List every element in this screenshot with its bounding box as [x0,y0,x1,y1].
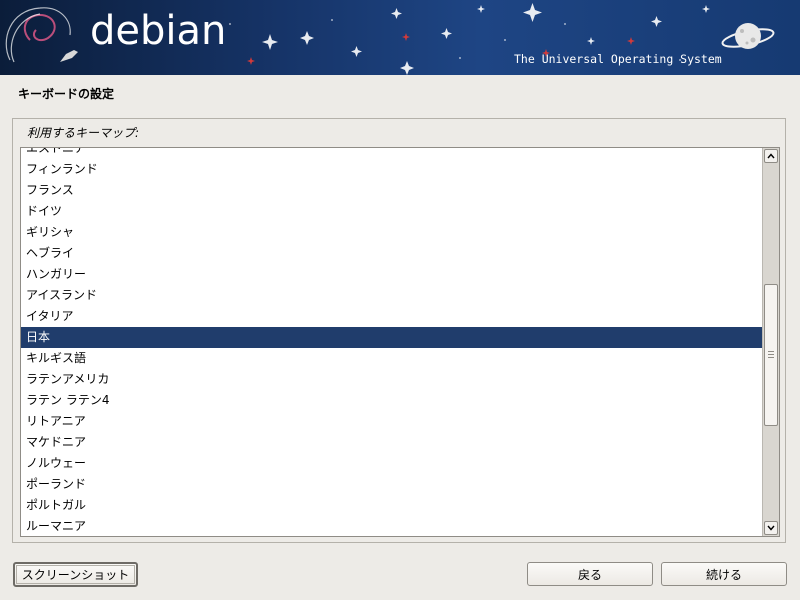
list-item[interactable]: リトアニア [21,411,763,432]
swirl-logo-icon [5,7,78,63]
list-item[interactable]: ルーマニア [21,516,763,536]
planet-icon [721,23,775,49]
keymap-list[interactable]: エストニア フィンランド フランス ドイツ ギリシャ ヘブライ ハンガリー アイスランド イタリ… [21,148,763,536]
scroll-up-button[interactable] [764,149,778,163]
list-item[interactable]: フランス [21,180,763,201]
list-item[interactable]: ラテンアメリカ [21,369,763,390]
chevron-down-icon [767,525,775,531]
scroll-thumb[interactable] [764,284,778,426]
debian-logo-text: debian [90,8,227,54]
list-item[interactable]: ラテン ラテン4 [21,390,763,411]
list-item[interactable]: イタリア [21,306,763,327]
list-item[interactable]: ギリシャ [21,222,763,243]
list-item-selected[interactable]: 日本 [21,327,763,348]
scroll-grip-icon [768,351,774,358]
continue-button[interactable]: 続ける [661,562,787,586]
list-item[interactable]: フィンランド [21,159,763,180]
list-item[interactable]: ヘブライ [21,243,763,264]
list-item[interactable]: ノルウェー [21,453,763,474]
list-item[interactable]: アイスランド [21,285,763,306]
back-button[interactable]: 戻る [527,562,653,586]
debian-banner: debian The Universal Operating System [0,0,800,75]
list-item[interactable]: キルギス語 [21,348,763,369]
banner-tagline: The Universal Operating System [514,52,722,66]
list-item[interactable]: マケドニア [21,432,763,453]
list-item[interactable]: ドイツ [21,201,763,222]
chevron-up-icon [767,153,775,159]
page-title: キーボードの設定 [18,87,115,101]
keymap-list-scrollbar[interactable] [762,148,779,536]
keymap-list-label: 利用するキーマップ: [27,126,140,140]
list-item[interactable]: ハンガリー [21,264,763,285]
keymap-list-frame: エストニア フィンランド フランス ドイツ ギリシャ ヘブライ ハンガリー アイスランド イタリ… [20,147,780,537]
list-item[interactable]: エストニア [21,148,763,159]
keymap-panel: 利用するキーマップ: エストニア フィンランド フランス ドイツ ギリシャ ヘブライ ハンガ… [12,118,786,543]
keymap-list-items: エストニア フィンランド フランス ドイツ ギリシャ ヘブライ ハンガリー アイスランド イタリ… [21,148,763,536]
screenshot-button[interactable]: スクリーンショット [13,562,138,587]
list-item[interactable]: ポルトガル [21,495,763,516]
scroll-down-button[interactable] [764,521,778,535]
list-item[interactable]: ポーランド [21,474,763,495]
